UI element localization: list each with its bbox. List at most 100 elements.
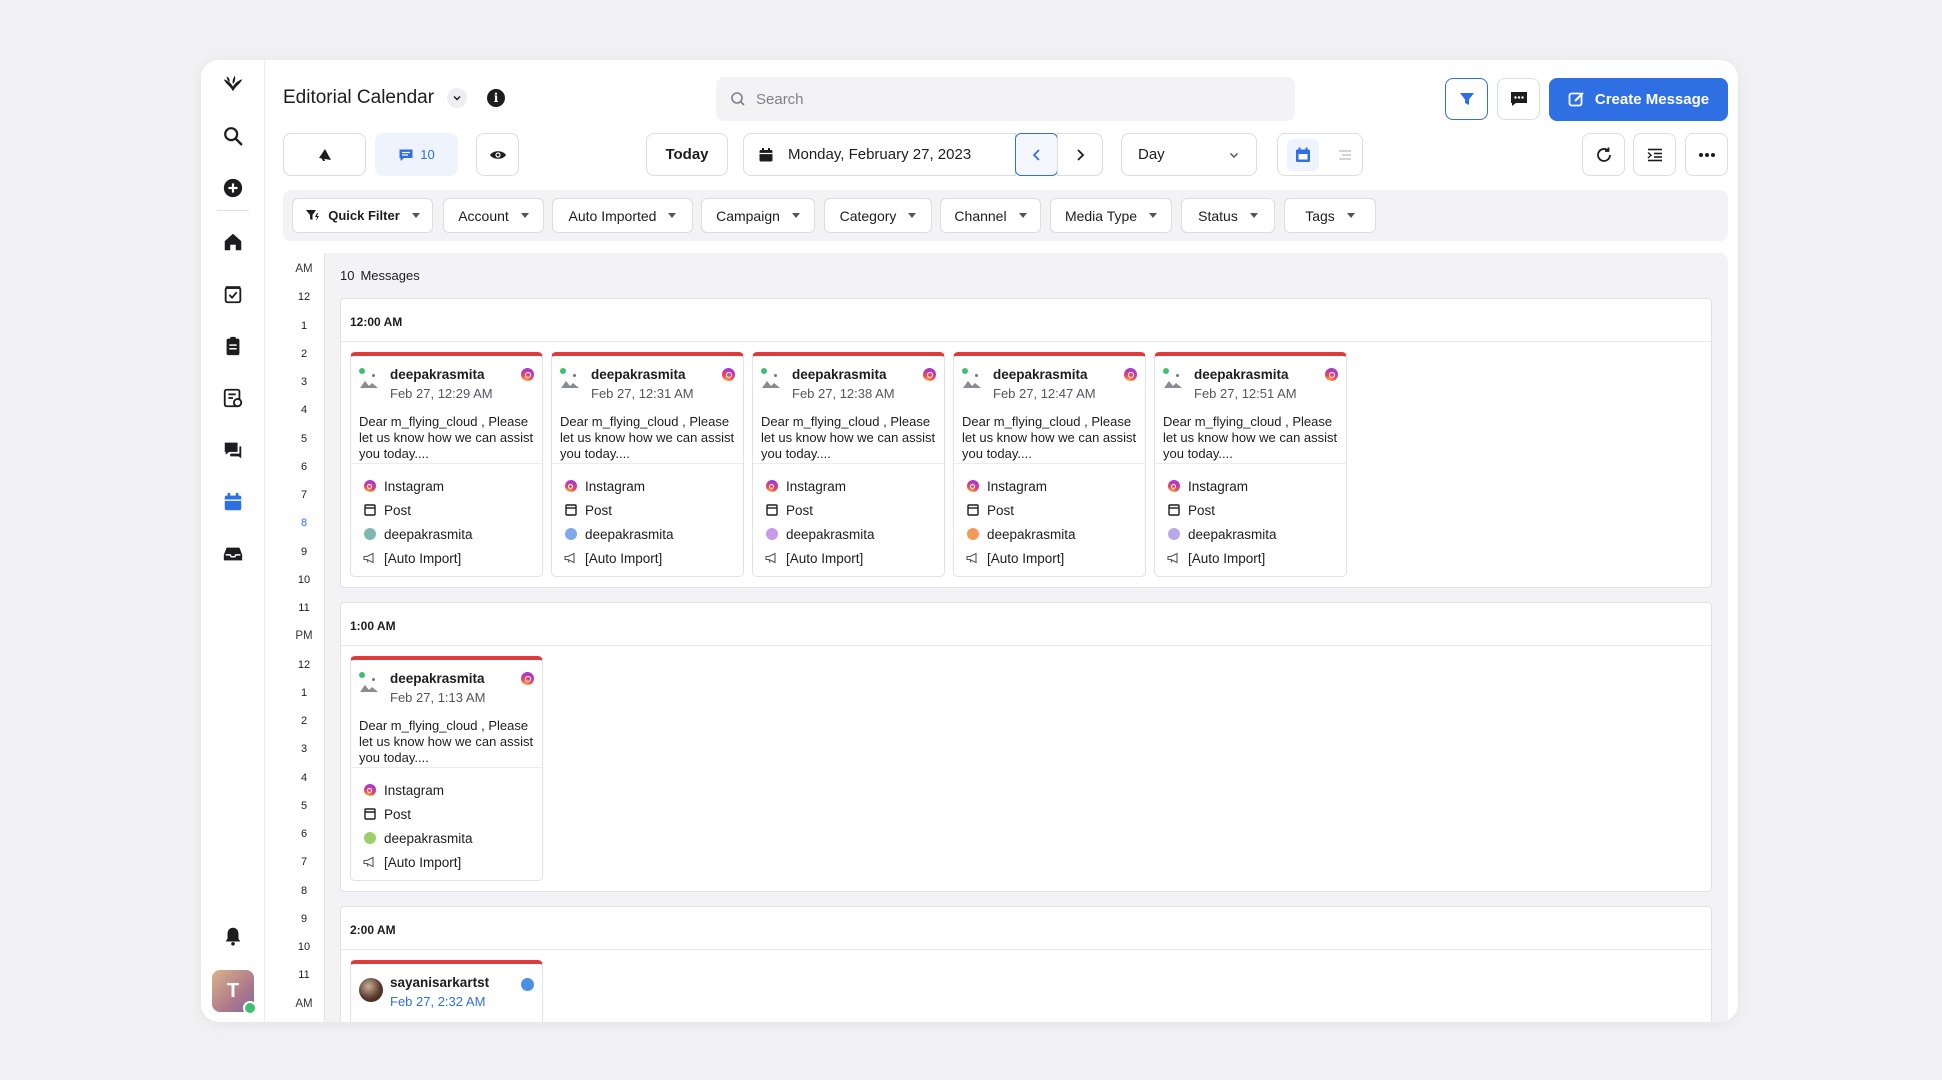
- message-card[interactable]: deepakrasmita Feb 27, 12:51 AM Dear m_flyi…: [1154, 352, 1347, 577]
- message-card[interactable]: deepakrasmita Feb 27, 12:31 AM Dear m_flyi…: [551, 352, 744, 577]
- clipboard-icon[interactable]: [219, 332, 247, 360]
- message-card[interactable]: deepakrasmita Feb 27, 12:47 AM Dear m_flyi…: [953, 352, 1146, 577]
- time-axis-label[interactable]: 6: [283, 828, 325, 840]
- post-icon: [363, 504, 376, 517]
- info-icon[interactable]: i: [487, 89, 505, 107]
- time-axis-label[interactable]: 5: [283, 433, 325, 445]
- app-window: T Editorial Calendar i Create Message 10…: [201, 60, 1738, 1022]
- card-username: deepakrasmita: [993, 367, 1088, 382]
- chevron-down-icon[interactable]: [447, 88, 467, 108]
- card-time[interactable]: Feb 27, 2:32 AM: [390, 994, 485, 1009]
- account-filter[interactable]: Account: [443, 198, 544, 233]
- inbox-icon[interactable]: [219, 540, 247, 568]
- filter-button[interactable]: [1445, 78, 1488, 120]
- time-axis-label[interactable]: 7: [283, 489, 325, 501]
- calendar-icon[interactable]: [219, 488, 247, 516]
- campaign-filter[interactable]: Campaign: [701, 198, 815, 233]
- channel-filter[interactable]: Channel: [940, 198, 1041, 233]
- time-axis-label[interactable]: AM: [283, 263, 325, 275]
- time-axis-label[interactable]: 3: [283, 743, 325, 755]
- time-axis-label[interactable]: 9: [283, 546, 325, 558]
- time-axis-label[interactable]: 8: [283, 517, 325, 529]
- time-axis-label[interactable]: 7: [283, 856, 325, 868]
- create-message-button[interactable]: Create Message: [1549, 78, 1728, 121]
- search-bar[interactable]: [716, 77, 1295, 121]
- time-axis-label[interactable]: PM: [283, 630, 325, 642]
- time-axis-label[interactable]: 5: [283, 800, 325, 812]
- card-channel: Instagram: [786, 478, 847, 494]
- time-axis-label[interactable]: 10: [283, 574, 325, 586]
- time-axis-label[interactable]: 1: [283, 687, 325, 699]
- time-axis-label[interactable]: 11: [283, 602, 325, 614]
- bell-icon[interactable]: [219, 922, 247, 950]
- message-card[interactable]: deepakrasmita Feb 27, 12:29 AM Dear m_flyi…: [350, 352, 543, 577]
- time-axis-label[interactable]: 12: [283, 659, 325, 671]
- filter-label: Quick Filter: [328, 208, 400, 223]
- today-button[interactable]: Today: [646, 133, 728, 176]
- time-axis-label[interactable]: 12: [283, 291, 325, 303]
- verified-icon: [521, 978, 534, 991]
- time-axis-label[interactable]: 4: [283, 772, 325, 784]
- filter-label: Auto Imported: [568, 207, 657, 224]
- layout-toggle[interactable]: [1277, 133, 1363, 176]
- time-axis-label[interactable]: 11: [283, 969, 325, 981]
- time-axis-label[interactable]: 2: [283, 715, 325, 727]
- instagram-icon: [521, 368, 534, 381]
- messages-count-button[interactable]: 10: [375, 133, 458, 176]
- view-select[interactable]: Day: [1121, 133, 1257, 176]
- time-axis-label[interactable]: 8: [283, 885, 325, 897]
- time-axis-label[interactable]: 9: [283, 913, 325, 925]
- quick-filter-dropdown[interactable]: Quick Filter: [292, 198, 433, 233]
- card-username: deepakrasmita: [1194, 367, 1289, 382]
- message-card[interactable]: deepakrasmita Feb 27, 12:38 AM Dear m_flyi…: [752, 352, 945, 577]
- home-icon[interactable]: [219, 228, 247, 256]
- message-card[interactable]: deepakrasmita Feb 27, 1:13 AM Dear m_flyin…: [350, 656, 543, 881]
- category-filter[interactable]: Category: [824, 198, 932, 233]
- card-campaign: [Auto Import]: [384, 550, 462, 566]
- search-icon[interactable]: [219, 122, 247, 150]
- campaign-button[interactable]: [283, 133, 366, 176]
- reports-icon[interactable]: [219, 384, 247, 412]
- messages-icon[interactable]: [219, 436, 247, 464]
- card-channel-row: Instagram: [564, 474, 743, 498]
- tasks-icon[interactable]: [219, 280, 247, 308]
- previous-day-button[interactable]: [1015, 133, 1058, 176]
- preview-button[interactable]: [476, 133, 519, 176]
- time-axis-label[interactable]: 1: [283, 320, 325, 332]
- time-axis[interactable]: AM 12 1 2 3 4 5 6 7 8 9 10 11 PM 12 1 2 3 4 5 6 7 8 9 10 11 AM: [283, 253, 325, 1022]
- status-filter[interactable]: Status: [1181, 198, 1275, 233]
- message-card[interactable]: sayanisarkartst Feb 27, 2:32 AM: [350, 960, 543, 1022]
- auto-imported-filter[interactable]: Auto Imported: [552, 198, 693, 233]
- add-icon[interactable]: [219, 174, 247, 202]
- date-picker[interactable]: Monday, February 27, 2023: [743, 133, 1016, 176]
- search-input[interactable]: [756, 90, 1256, 108]
- media-type-filter[interactable]: Media Type: [1050, 198, 1172, 233]
- time-axis-label[interactable]: AM: [283, 998, 325, 1010]
- refresh-button[interactable]: [1582, 133, 1625, 176]
- list-view-icon[interactable]: [1336, 146, 1354, 164]
- time-axis-label[interactable]: 10: [283, 941, 325, 953]
- logo-icon[interactable]: [219, 70, 247, 98]
- view-select-value: Day: [1138, 146, 1165, 163]
- time-axis-label[interactable]: 6: [283, 461, 325, 473]
- time-axis-label[interactable]: 4: [283, 404, 325, 416]
- more-options-button[interactable]: [1685, 133, 1728, 176]
- account-color-dot: [363, 832, 376, 844]
- megaphone-icon: [363, 552, 376, 565]
- card-channel-row: Instagram: [1167, 474, 1346, 498]
- instagram-icon: [1325, 368, 1338, 381]
- card-account-row: deepakrasmita: [363, 522, 542, 546]
- card-type: Post: [786, 502, 814, 518]
- search-icon: [731, 92, 745, 106]
- tags-filter[interactable]: Tags: [1284, 198, 1376, 233]
- instagram-icon: [1167, 480, 1180, 492]
- calendar-view-icon[interactable]: [1286, 138, 1319, 171]
- create-message-label: Create Message: [1594, 91, 1710, 108]
- time-axis-label[interactable]: 2: [283, 348, 325, 360]
- card-channel: Instagram: [987, 478, 1048, 494]
- next-day-button[interactable]: [1057, 133, 1103, 176]
- group-button[interactable]: [1633, 133, 1676, 176]
- avatar[interactable]: T: [212, 970, 257, 1015]
- comments-button[interactable]: [1497, 78, 1540, 120]
- time-axis-label[interactable]: 3: [283, 376, 325, 388]
